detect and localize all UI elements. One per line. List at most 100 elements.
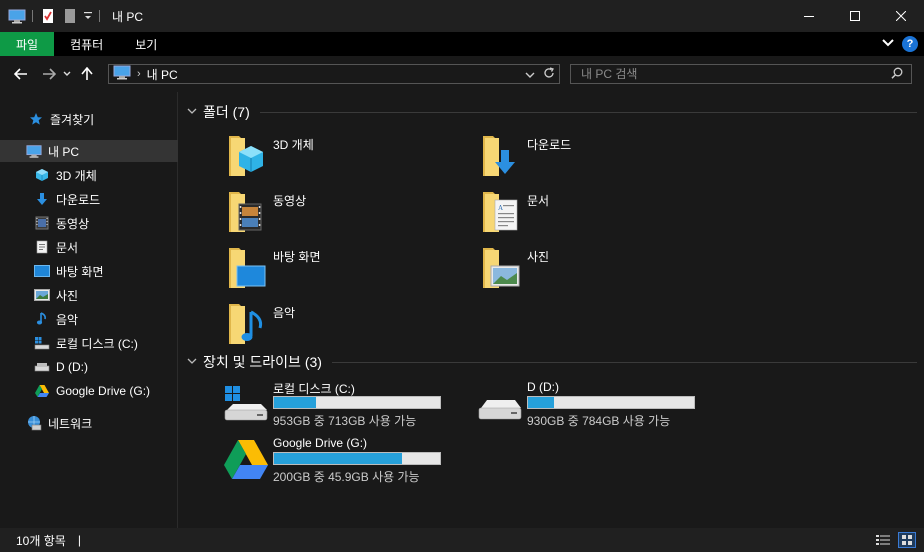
group-divider xyxy=(331,361,917,363)
folder-tile-documents[interactable]: A 문서 xyxy=(481,188,701,238)
new-folder-icon[interactable] xyxy=(61,8,79,24)
star-icon xyxy=(28,111,44,127)
nav-item-pictures[interactable]: 사진 xyxy=(0,284,178,306)
nav-item-documents[interactable]: 문서 xyxy=(0,236,178,258)
status-bar: 10개 항목 | xyxy=(0,528,924,552)
collapse-chevron-icon[interactable] xyxy=(187,357,203,368)
drive-tile-local-disk-c[interactable]: 로컬 디스크 (C:) 953GB 중 713GB 사용 가능 xyxy=(223,380,453,430)
breadcrumb-chevron-icon[interactable]: › xyxy=(137,68,141,80)
customize-toolbar-icon[interactable] xyxy=(83,8,93,24)
cube-icon xyxy=(34,167,50,183)
nav-label: Google Drive (G:) xyxy=(56,384,151,398)
drive-usage-fill xyxy=(274,397,316,408)
folder-tile-pictures[interactable]: 사진 xyxy=(481,244,701,294)
drives-group-title: 장치 및 드라이브 (3) xyxy=(203,354,322,370)
folder-3d-icon xyxy=(227,132,267,180)
details-view-icon[interactable] xyxy=(874,532,892,548)
folder-tile-3d-objects[interactable]: 3D 개체 xyxy=(227,132,447,182)
navigation-row: › 내 PC xyxy=(0,56,924,92)
address-tools xyxy=(525,67,555,82)
minimize-button[interactable] xyxy=(786,0,832,32)
tab-computer[interactable]: 컴퓨터 xyxy=(54,32,119,56)
nav-label: 다운로드 xyxy=(56,192,101,207)
tab-view[interactable]: 보기 xyxy=(119,32,173,56)
nav-quick-access[interactable]: 즐겨찾기 xyxy=(0,108,178,130)
nav-label: 사진 xyxy=(56,288,79,303)
nav-item-local-disk-c[interactable]: 로컬 디스크 (C:) xyxy=(0,332,178,354)
folder-label: 다운로드 xyxy=(527,138,572,152)
search-icon[interactable] xyxy=(891,67,903,82)
nav-label: 음악 xyxy=(56,312,79,327)
nav-item-downloads[interactable]: 다운로드 xyxy=(0,188,178,210)
this-pc-icon xyxy=(26,143,42,159)
drive-usage-bar xyxy=(273,452,441,465)
nav-item-desktop[interactable]: 바탕 화면 xyxy=(0,260,178,282)
google-drive-icon xyxy=(223,438,269,482)
expand-ribbon-icon[interactable] xyxy=(882,37,894,51)
drive-usage-bar xyxy=(527,396,695,409)
windows-drive-icon xyxy=(223,382,269,426)
drive-tile-d[interactable]: D (D:) 930GB 중 784GB 사용 가능 xyxy=(477,380,707,430)
drives-group-header[interactable]: 장치 및 드라이브 (3) xyxy=(187,352,917,372)
breadcrumb-this-pc[interactable]: 내 PC xyxy=(147,66,178,83)
tiles-view-icon[interactable] xyxy=(898,532,916,548)
folder-desktop-icon xyxy=(227,244,267,292)
window-title: 내 PC xyxy=(112,9,144,24)
drive-usage-fill xyxy=(274,453,402,464)
address-dropdown-icon[interactable] xyxy=(525,68,535,82)
window-controls xyxy=(786,0,924,32)
forward-button[interactable] xyxy=(38,63,60,85)
nav-label: 동영상 xyxy=(56,216,90,231)
search-box[interactable] xyxy=(570,64,912,84)
status-separator: | xyxy=(77,533,81,547)
folder-music-icon xyxy=(227,300,267,348)
group-divider xyxy=(259,111,917,113)
folder-label: 동영상 xyxy=(273,194,307,208)
nav-item-google-drive[interactable]: Google Drive (G:) xyxy=(0,380,178,402)
quick-access-toolbar xyxy=(0,0,106,32)
tab-file[interactable]: 파일 xyxy=(0,32,55,56)
drive-usage-fill xyxy=(528,397,555,408)
refresh-icon[interactable] xyxy=(543,67,555,82)
drive-name: 로컬 디스크 (C:) xyxy=(273,382,355,396)
nav-this-pc[interactable]: 내 PC xyxy=(0,140,178,162)
folder-label: 바탕 화면 xyxy=(273,250,321,264)
nav-label: 로컬 디스크 (C:) xyxy=(56,336,138,351)
nav-item-videos[interactable]: 동영상 xyxy=(0,212,178,234)
recent-locations-button[interactable] xyxy=(60,63,74,85)
drive-usage-bar xyxy=(273,396,441,409)
up-button[interactable] xyxy=(76,63,98,85)
drive-tile-google-drive[interactable]: Google Drive (G:) 200GB 중 45.9GB 사용 가능 xyxy=(223,436,453,486)
folder-tile-videos[interactable]: 동영상 xyxy=(227,188,447,238)
svg-text:A: A xyxy=(498,204,503,212)
nav-item-3d-objects[interactable]: 3D 개체 xyxy=(0,164,178,186)
navigation-pane: 즐겨찾기 내 PC 3D 개체 다운로드 동영상 문서 바탕 화면 사진 음악 … xyxy=(0,92,178,528)
collapse-chevron-icon[interactable] xyxy=(187,107,203,118)
content-area: 폴더 (7) 3D 개체 다운로드 동영상 A 문서 바탕 화면 사진 음악 장… xyxy=(179,92,924,528)
properties-icon[interactable] xyxy=(39,8,57,24)
folder-tile-music[interactable]: 음악 xyxy=(227,300,447,350)
back-button[interactable] xyxy=(10,63,32,85)
nav-network[interactable]: 네트워크 xyxy=(0,412,178,434)
google-drive-icon xyxy=(34,383,50,399)
this-pc-icon xyxy=(113,65,131,83)
nav-label: 내 PC xyxy=(48,144,80,159)
this-pc-icon[interactable] xyxy=(8,8,26,24)
folder-tile-desktop[interactable]: 바탕 화면 xyxy=(227,244,447,294)
download-icon xyxy=(34,191,50,207)
nav-label: 문서 xyxy=(56,240,79,255)
nav-item-music[interactable]: 음악 xyxy=(0,308,178,330)
folder-tile-downloads[interactable]: 다운로드 xyxy=(481,132,701,182)
title-bar: 내 PC xyxy=(0,0,924,32)
maximize-button[interactable] xyxy=(832,0,878,32)
folders-group-header[interactable]: 폴더 (7) xyxy=(187,102,917,122)
folder-label: 문서 xyxy=(527,194,550,208)
nav-item-drive-d[interactable]: D (D:) xyxy=(0,356,178,378)
help-button[interactable]: ? xyxy=(902,36,918,52)
drive-icon xyxy=(477,382,523,426)
search-input[interactable] xyxy=(581,67,881,81)
close-button[interactable] xyxy=(878,0,924,32)
address-bar[interactable]: › 내 PC xyxy=(108,64,560,84)
folder-label: 3D 개체 xyxy=(273,138,314,152)
ribbon-tabs: 파일 컴퓨터 보기 ? xyxy=(0,32,924,56)
